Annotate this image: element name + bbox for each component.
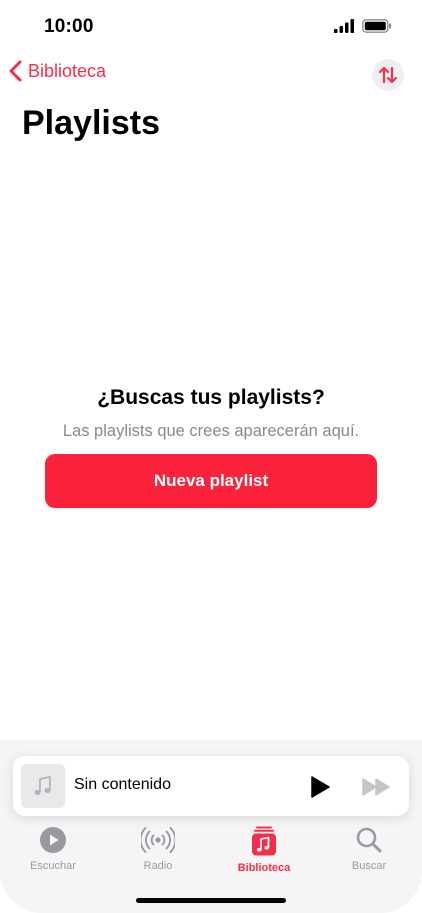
music-note-icon — [34, 776, 51, 795]
sort-button[interactable] — [372, 59, 404, 91]
empty-state: ¿Buscas tus playlists? Las playlists que… — [0, 386, 422, 441]
arrow-up-down-icon — [378, 66, 398, 84]
back-button-label: Biblioteca — [28, 60, 107, 81]
tab-escuchar[interactable]: Escuchar — [3, 826, 103, 872]
navigation-bar: Biblioteca — [0, 58, 422, 94]
status-time: 10:00 — [44, 16, 94, 37]
tab-label: Escuchar — [30, 860, 76, 872]
home-indicator — [136, 898, 286, 903]
mini-player[interactable]: Sin contenido — [13, 756, 409, 816]
library-icon — [252, 826, 276, 856]
tab-radio[interactable]: Radio — [108, 826, 208, 872]
artwork-placeholder — [21, 764, 65, 808]
status-icons — [334, 19, 392, 33]
tab-label: Biblioteca — [237, 862, 291, 874]
signal-icon — [334, 19, 354, 33]
radio-waves-icon — [141, 827, 175, 853]
status-bar: 10:00 — [0, 0, 422, 54]
back-button[interactable]: Biblioteca — [8, 60, 106, 82]
tab-label: Buscar — [351, 860, 387, 872]
forward-button[interactable] — [361, 776, 393, 798]
battery-icon — [362, 19, 392, 33]
empty-state-title: ¿Buscas tus playlists? — [97, 386, 325, 409]
new-playlist-button[interactable]: Nueva playlist — [45, 454, 377, 508]
track-title: Sin contenido — [74, 776, 171, 793]
tab-bar: Escuchar Radio Biblioteca Buscar — [0, 826, 422, 882]
tab-label: Radio — [143, 860, 173, 872]
forward-icon — [362, 778, 390, 796]
play-icon — [311, 776, 330, 798]
tab-buscar[interactable]: Buscar — [319, 826, 419, 872]
page-title: Playlists — [22, 104, 160, 142]
search-icon — [356, 827, 382, 853]
empty-state-subtitle: Las playlists que crees aparecerán aquí. — [62, 422, 360, 440]
tab-biblioteca[interactable]: Biblioteca — [214, 826, 314, 874]
chevron-left-icon — [9, 60, 22, 82]
play-button[interactable] — [307, 774, 333, 800]
play-circle-icon — [40, 827, 66, 853]
